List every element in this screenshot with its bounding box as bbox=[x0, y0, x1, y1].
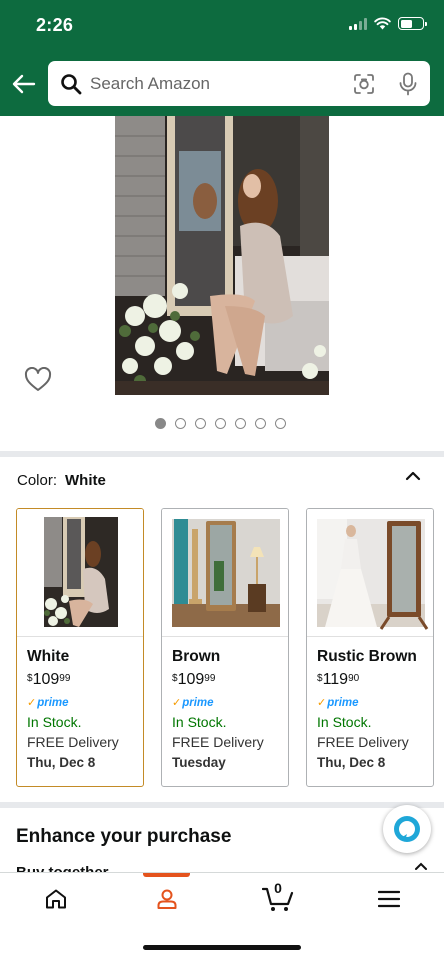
carousel-dot[interactable] bbox=[155, 418, 166, 429]
delivery-date: Tuesday bbox=[172, 755, 226, 770]
cellular-signal-icon bbox=[349, 17, 367, 30]
carousel-dot[interactable] bbox=[235, 418, 246, 429]
swatch-price: $10999 bbox=[27, 671, 71, 688]
enhance-purchase-heading: Enhance your purchase bbox=[16, 826, 232, 847]
stock-status: In Stock. bbox=[317, 714, 372, 730]
home-icon bbox=[46, 889, 66, 909]
swatch-thumbnail bbox=[17, 509, 143, 637]
delivery-text: FREE Delivery bbox=[172, 734, 264, 750]
microphone-icon[interactable] bbox=[398, 72, 418, 96]
alexa-button[interactable] bbox=[383, 805, 431, 853]
prime-check-icon: ✓ bbox=[172, 697, 182, 709]
color-label-text: Color: bbox=[17, 472, 58, 489]
stock-status: In Stock. bbox=[27, 714, 82, 730]
delivery-text: FREE Delivery bbox=[27, 734, 119, 750]
carousel-dot[interactable] bbox=[195, 418, 206, 429]
swatch-thumbnail bbox=[162, 509, 288, 637]
color-option-rustic-brown[interactable]: Rustic Brown $11990 ✓ prime In Stock. FRE… bbox=[306, 508, 434, 787]
nav-account[interactable] bbox=[145, 882, 189, 916]
product-main-image[interactable] bbox=[115, 116, 329, 395]
active-tab-indicator bbox=[143, 873, 190, 877]
cart-count-badge: 0 bbox=[274, 880, 282, 896]
collapsed-section-title[interactable]: Buy together bbox=[16, 864, 109, 872]
status-time: 2:26 bbox=[36, 15, 74, 35]
color-option-brown[interactable]: Brown $10999 ✓ prime In Stock. FREE Deliv… bbox=[161, 508, 289, 787]
selected-color-value: White bbox=[65, 472, 106, 489]
swatch-name: Brown bbox=[172, 648, 221, 665]
search-bar[interactable] bbox=[48, 61, 430, 106]
section-divider bbox=[0, 802, 444, 808]
color-option-white[interactable]: White $10999 ✓ prime In Stock. FREE Deliv… bbox=[16, 508, 144, 787]
nav-menu[interactable] bbox=[367, 882, 411, 916]
hamburger-menu-icon bbox=[378, 890, 400, 908]
chevron-up-icon[interactable] bbox=[414, 862, 428, 870]
carousel-dot[interactable] bbox=[275, 418, 286, 429]
alexa-icon bbox=[394, 816, 420, 842]
section-divider bbox=[0, 451, 444, 457]
wifi-icon bbox=[374, 17, 391, 30]
status-icons bbox=[349, 17, 427, 30]
swatch-name: White bbox=[27, 648, 70, 665]
swatch-name: Rustic Brown bbox=[317, 648, 417, 665]
carousel-dot[interactable] bbox=[255, 418, 266, 429]
delivery-date: Thu, Dec 8 bbox=[317, 755, 386, 770]
prime-badge: ✓ prime bbox=[317, 696, 359, 710]
account-icon bbox=[157, 889, 177, 909]
swatch-thumbnail bbox=[307, 509, 433, 637]
swatch-price: $10999 bbox=[172, 671, 216, 688]
stock-status: In Stock. bbox=[172, 714, 227, 730]
swatch-price: $11990 bbox=[317, 671, 360, 688]
camera-scan-icon[interactable] bbox=[352, 72, 376, 96]
carousel-dot[interactable] bbox=[215, 418, 226, 429]
image-carousel-dots[interactable] bbox=[155, 418, 286, 429]
battery-icon bbox=[398, 17, 427, 30]
back-arrow-icon[interactable] bbox=[10, 70, 38, 98]
prime-badge: ✓ prime bbox=[27, 696, 69, 710]
carousel-dot[interactable] bbox=[175, 418, 186, 429]
chevron-up-icon[interactable] bbox=[405, 470, 421, 482]
color-selector-label: Color: White bbox=[17, 472, 106, 489]
prime-check-icon: ✓ bbox=[27, 697, 37, 709]
search-icon bbox=[61, 73, 82, 94]
wishlist-heart-icon[interactable] bbox=[24, 367, 52, 393]
search-input[interactable] bbox=[90, 73, 352, 94]
prime-badge: ✓ prime bbox=[172, 696, 214, 710]
home-indicator bbox=[143, 945, 301, 950]
prime-check-icon: ✓ bbox=[317, 697, 327, 709]
app-header: 2:26 bbox=[0, 0, 444, 116]
delivery-date: Thu, Dec 8 bbox=[27, 755, 96, 770]
delivery-text: FREE Delivery bbox=[317, 734, 409, 750]
nav-home[interactable] bbox=[34, 882, 78, 916]
nav-cart[interactable]: 0 bbox=[256, 880, 300, 916]
